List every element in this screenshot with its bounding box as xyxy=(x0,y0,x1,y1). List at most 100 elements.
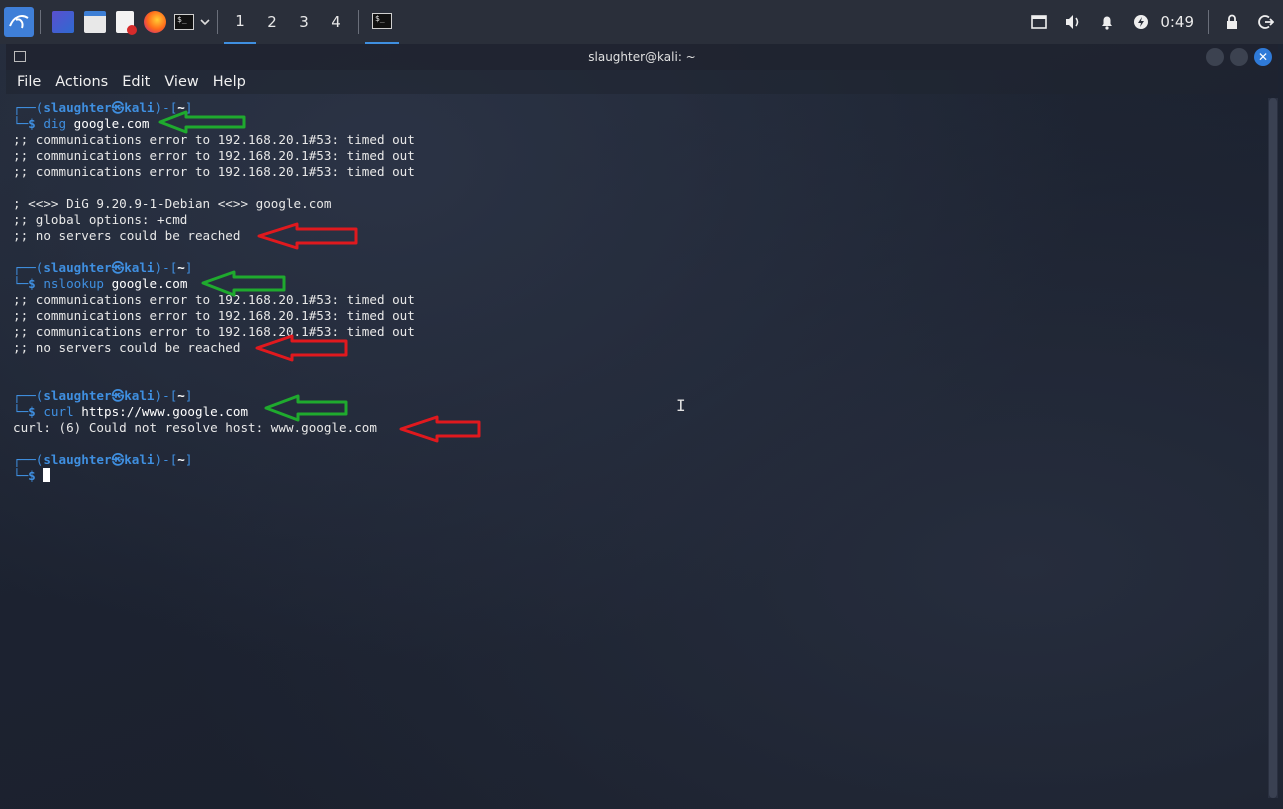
prompt-at-symbol: ㉿ xyxy=(111,260,125,275)
output-line: ;; communications error to 192.168.20.1#… xyxy=(13,292,415,307)
output-line: ;; no servers could be reached xyxy=(13,340,241,355)
output-line: ;; global options: +cmd xyxy=(13,212,188,227)
workspace-3[interactable]: 3 xyxy=(288,0,320,44)
panel-separator xyxy=(1208,10,1209,34)
command-line: └─$ dig google.com xyxy=(13,116,1268,132)
prompt-frame: └─ xyxy=(13,468,29,483)
prompt-frame: )-[ xyxy=(154,260,178,275)
window-title: slaughter@kali: ~ xyxy=(588,50,696,64)
output-line: curl: (6) Could not resolve host: www.go… xyxy=(13,420,377,435)
output-line: ;; communications error to 192.168.20.1#… xyxy=(13,308,415,323)
prompt-dollar: $ xyxy=(28,116,44,131)
prompt-frame: )-[ xyxy=(154,452,178,467)
top-panel: $_ 1 2 3 4 $_ 0:49 xyxy=(0,0,1283,44)
terminal-launcher[interactable]: $_ xyxy=(174,0,211,44)
window-icon[interactable] xyxy=(14,51,26,62)
prompt-line: ┌──(slaughter㉿kali)-[~] xyxy=(13,100,1268,116)
close-button[interactable]: ✕ xyxy=(1254,48,1272,66)
menu-help[interactable]: Help xyxy=(213,74,246,90)
command-args: https://www.google.com xyxy=(73,404,249,419)
terminal-scrollbar[interactable] xyxy=(1268,98,1278,798)
menu-actions[interactable]: Actions xyxy=(55,74,108,90)
output-line: ; <<>> DiG 9.20.9-1-Debian <<>> google.c… xyxy=(13,196,332,211)
clock[interactable]: 0:49 xyxy=(1160,13,1194,31)
menu-bar: File Actions Edit View Help xyxy=(6,70,1278,94)
prompt-frame: ┌──( xyxy=(13,452,44,467)
prompt-frame: ] xyxy=(184,100,193,115)
terminal-cursor xyxy=(43,468,51,482)
menu-edit[interactable]: Edit xyxy=(122,74,150,90)
workspace-2[interactable]: 2 xyxy=(256,0,288,44)
terminal-output[interactable]: ┌──(slaughter㉿kali)-[~] └─$ dig google.co… xyxy=(6,98,1268,806)
output-line: ;; communications error to 192.168.20.1#… xyxy=(13,164,415,179)
system-tray: 0:49 xyxy=(1022,0,1283,44)
command-line: └─$ curl https://www.google.com xyxy=(13,404,1268,420)
volume-icon[interactable] xyxy=(1056,14,1090,30)
prompt-dir: ~ xyxy=(177,452,185,467)
workspace-1[interactable]: 1 xyxy=(224,0,256,44)
dropdown-chevron-icon[interactable] xyxy=(199,17,211,27)
command-name: nslookup xyxy=(43,276,105,291)
prompt-frame: └─ xyxy=(13,404,29,419)
menu-file[interactable]: File xyxy=(17,74,41,90)
panel-separator xyxy=(358,10,359,34)
file-manager-icon[interactable] xyxy=(84,11,106,33)
prompt-line: ┌──(slaughter㉿kali)-[~] xyxy=(13,388,1268,404)
panel-separator xyxy=(217,10,218,34)
workspace-4[interactable]: 4 xyxy=(320,0,352,44)
terminal-icon: $_ xyxy=(174,14,194,30)
prompt-frame: ┌──( xyxy=(13,388,44,403)
prompt-user: slaughter xyxy=(43,260,112,275)
prompt-dir: ~ xyxy=(177,100,185,115)
command-line: └─$ nslookup google.com xyxy=(13,276,1268,292)
prompt-frame: ] xyxy=(184,452,193,467)
text-cursor-icon: I xyxy=(676,396,686,415)
lock-icon[interactable] xyxy=(1215,14,1249,30)
output-line: ;; communications error to 192.168.20.1#… xyxy=(13,148,415,163)
prompt-at-symbol: ㉿ xyxy=(111,388,125,403)
firefox-icon[interactable] xyxy=(144,11,166,33)
prompt-host: kali xyxy=(124,388,155,403)
minimize-button[interactable] xyxy=(1206,48,1224,66)
kali-menu-icon[interactable] xyxy=(4,7,34,37)
command-args: google.com xyxy=(66,116,150,131)
prompt-dir: ~ xyxy=(177,388,185,403)
prompt-dir: ~ xyxy=(177,260,185,275)
prompt-frame: )-[ xyxy=(154,100,178,115)
close-icon: ✕ xyxy=(1257,50,1269,64)
power-manager-icon[interactable] xyxy=(1124,14,1158,30)
prompt-frame: ] xyxy=(184,260,193,275)
terminal-window: slaughter@kali: ~ ✕ File Actions Edit Vi… xyxy=(6,44,1278,806)
command-line: └─$ xyxy=(13,468,1268,484)
window-titlebar[interactable]: slaughter@kali: ~ ✕ xyxy=(6,44,1278,70)
prompt-host: kali xyxy=(124,260,155,275)
output-line: ;; communications error to 192.168.20.1#… xyxy=(13,324,415,339)
panel-separator xyxy=(40,10,41,34)
desktop-icon[interactable] xyxy=(52,11,74,33)
notification-bell-icon[interactable] xyxy=(1090,14,1124,30)
scrollbar-thumb[interactable] xyxy=(1269,98,1277,798)
prompt-frame: ] xyxy=(184,388,193,403)
command-args: google.com xyxy=(104,276,188,291)
prompt-frame: )-[ xyxy=(154,388,178,403)
logout-icon[interactable] xyxy=(1249,14,1283,30)
prompt-line: ┌──(slaughter㉿kali)-[~] xyxy=(13,452,1268,468)
prompt-at-symbol: ㉿ xyxy=(111,452,125,467)
prompt-frame: └─ xyxy=(13,116,29,131)
display-icon[interactable] xyxy=(1022,15,1056,29)
prompt-host: kali xyxy=(124,452,155,467)
text-editor-icon[interactable] xyxy=(116,11,137,35)
maximize-button[interactable] xyxy=(1230,48,1248,66)
prompt-user: slaughter xyxy=(43,452,112,467)
command-name: curl xyxy=(43,404,74,419)
taskbar-terminal-button[interactable]: $_ xyxy=(365,0,399,44)
prompt-dollar: $ xyxy=(28,468,44,483)
prompt-frame: └─ xyxy=(13,276,29,291)
output-line: ;; communications error to 192.168.20.1#… xyxy=(13,132,415,147)
prompt-dollar: $ xyxy=(28,404,44,419)
command-name: dig xyxy=(43,116,67,131)
menu-view[interactable]: View xyxy=(164,74,198,90)
prompt-frame: ┌──( xyxy=(13,260,44,275)
